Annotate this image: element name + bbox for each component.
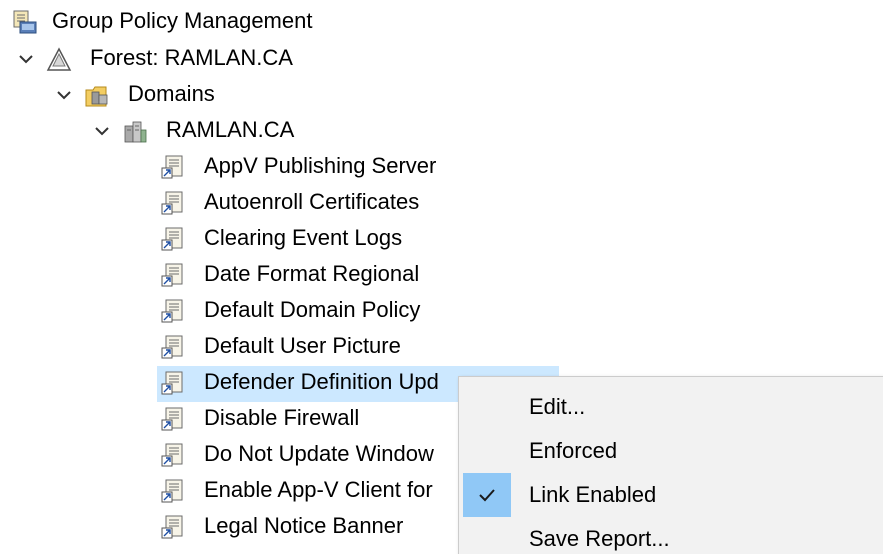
chevron-down-icon[interactable] — [93, 122, 111, 140]
gpo-link-icon — [161, 227, 183, 251]
gpo-link-icon — [161, 191, 183, 215]
checkmark-highlight — [463, 473, 511, 517]
gpo-link-icon — [161, 407, 183, 431]
gpo-link-icon — [161, 443, 183, 467]
gpo-link-label: Default User Picture — [204, 333, 401, 358]
domain-icon — [124, 121, 147, 143]
context-menu: Edit... Enforced Link Enabled Save Repor… — [458, 376, 883, 554]
menu-item-edit[interactable]: Edit... — [459, 385, 883, 429]
gpo-link-label: Enable App-V Client for — [204, 477, 433, 502]
gpo-link-label: Default Domain Policy — [204, 297, 421, 322]
gpo-link-icon — [161, 335, 183, 359]
gpo-link-label: Clearing Event Logs — [204, 225, 403, 250]
gpm-console-icon — [13, 10, 37, 34]
chevron-down-icon[interactable] — [17, 50, 35, 68]
menu-item-enforced[interactable]: Enforced — [459, 429, 883, 473]
menu-item-label: Enforced — [529, 438, 618, 463]
gpo-link-label: Autoenroll Certificates — [204, 189, 420, 214]
gpo-link-label: Defender Definition Upd — [204, 369, 439, 394]
gpo-link-label: AppV Publishing Server — [204, 153, 437, 178]
gpm-tree-view: Group Policy Management Forest: RAMLAN.C… — [0, 0, 883, 554]
menu-item-label: Link Enabled — [529, 482, 657, 507]
menu-item-save-report[interactable]: Save Report... — [459, 517, 883, 554]
menu-item-link-enabled[interactable]: Link Enabled — [459, 473, 883, 517]
tree-label-domain: RAMLAN.CA — [166, 117, 295, 142]
forest-icon — [46, 47, 72, 71]
checkmark-icon — [479, 489, 495, 502]
gpo-link-label: Date Format Regional — [204, 261, 420, 286]
gpo-link-icon — [161, 299, 183, 323]
gpo-link-icon — [161, 515, 183, 539]
gpo-link-icon — [161, 371, 183, 395]
tree-label-gpm-root: Group Policy Management — [52, 8, 313, 33]
tree-label-domains: Domains — [128, 81, 215, 106]
gpo-link-label: Disable Firewall — [204, 405, 360, 430]
gpo-link-label: Do Not Update Window — [204, 441, 434, 466]
domains-folder-icon — [85, 86, 108, 107]
menu-item-label: Edit... — [529, 394, 586, 419]
tree-label-forest: Forest: RAMLAN.CA — [90, 45, 293, 70]
gpo-link-icon — [161, 263, 183, 287]
menu-item-label: Save Report... — [529, 526, 670, 551]
gpo-link-icon — [161, 155, 183, 179]
gpo-link-icon — [161, 479, 183, 503]
chevron-down-icon[interactable] — [55, 86, 73, 104]
gpo-link-label: Legal Notice Banner — [204, 513, 404, 538]
